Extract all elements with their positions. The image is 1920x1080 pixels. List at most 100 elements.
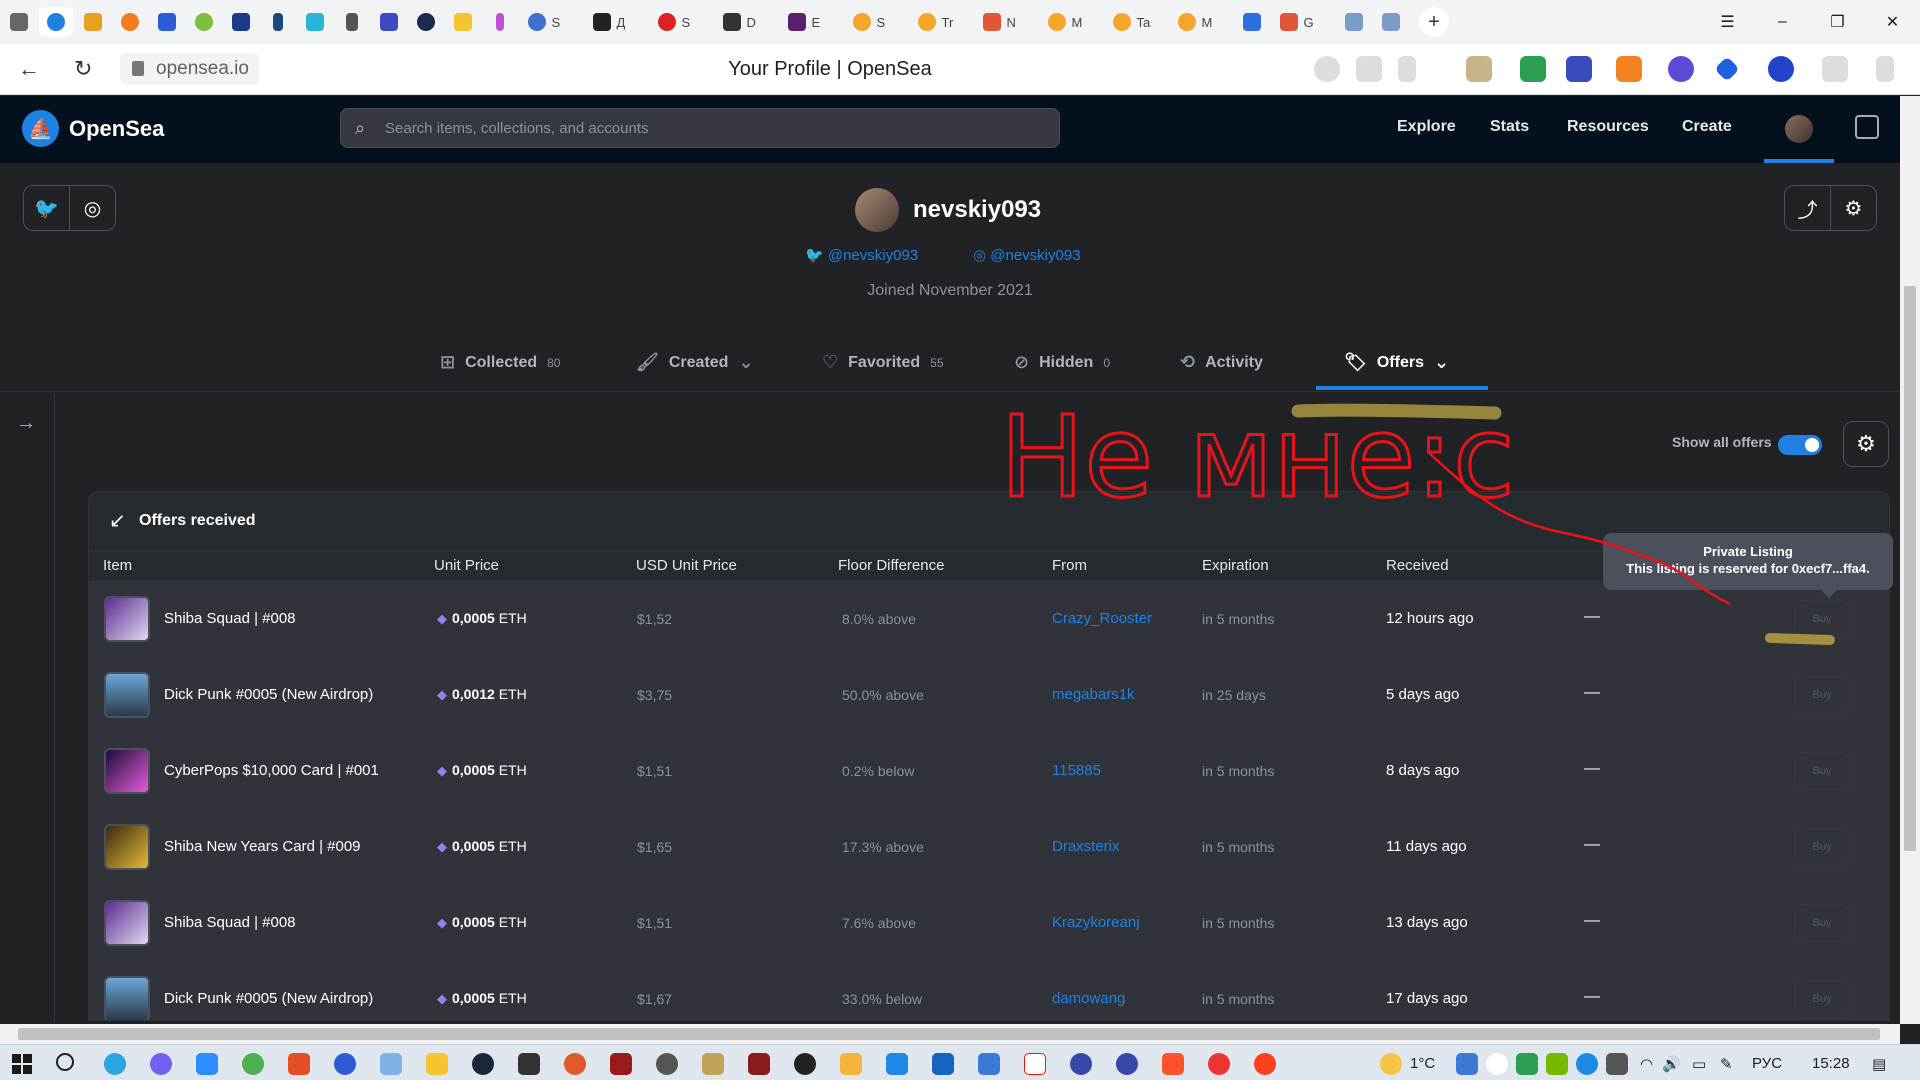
diamond-icon[interactable] xyxy=(1714,56,1740,82)
nvidia-icon[interactable] xyxy=(1546,1053,1568,1075)
nft-thumbnail[interactable] xyxy=(104,900,150,946)
tray-icon[interactable] xyxy=(1456,1053,1478,1075)
tab-10[interactable] xyxy=(335,7,369,37)
tab-15[interactable]: S xyxy=(520,7,582,37)
tab-created[interactable]: 🖌 Created ⌄ xyxy=(636,352,754,373)
tab-6[interactable] xyxy=(187,7,221,37)
from-link[interactable]: damowang xyxy=(1052,990,1125,1007)
notifications-icon[interactable]: ▤ xyxy=(1872,1055,1886,1073)
collections-icon[interactable] xyxy=(1822,56,1848,82)
epic-games-icon[interactable] xyxy=(518,1053,540,1075)
tab-29[interactable] xyxy=(1374,7,1408,37)
start-menu-icon[interactable] xyxy=(12,1054,32,1074)
buy-button[interactable]: Buy xyxy=(1794,676,1850,714)
download-icon[interactable] xyxy=(1876,56,1894,82)
tab-activity[interactable]: ⟲ Activity xyxy=(1180,352,1263,373)
tab-16[interactable]: Д xyxy=(585,7,647,37)
tray-icon[interactable] xyxy=(1606,1053,1628,1075)
tab-opensea-active[interactable] xyxy=(38,7,73,37)
share-icon[interactable]: ⤴ xyxy=(1785,186,1830,230)
app-icon[interactable] xyxy=(1116,1053,1138,1075)
wifi-icon[interactable]: ◠ xyxy=(1640,1055,1653,1073)
tray-icon[interactable] xyxy=(1576,1053,1598,1075)
tab-favorited[interactable]: ♡ Favorited 55 xyxy=(822,352,944,373)
search-icon[interactable] xyxy=(1314,56,1340,82)
file-explorer-icon[interactable] xyxy=(840,1053,862,1075)
volume-icon[interactable]: 🔊 xyxy=(1662,1055,1681,1073)
search-input[interactable] xyxy=(385,109,1045,147)
table-row[interactable]: Dick Punk #0005 (New Airdrop) ◆ 0,0012 ET… xyxy=(89,657,1889,733)
telegram-icon[interactable] xyxy=(104,1053,126,1075)
from-link[interactable]: Krazykoreanj xyxy=(1052,914,1140,931)
extension-icon[interactable] xyxy=(1520,56,1546,82)
search-box[interactable]: ⌕ xyxy=(340,108,1060,148)
search-icon[interactable] xyxy=(56,1053,74,1071)
steam-icon[interactable] xyxy=(472,1053,494,1075)
word-icon[interactable] xyxy=(334,1053,356,1075)
instagram-handle-link[interactable]: ◎ @nevskiy093 xyxy=(973,246,1081,264)
buy-button[interactable]: Buy xyxy=(1794,752,1850,790)
from-link[interactable]: Draxsterix xyxy=(1052,838,1120,855)
app-icon[interactable] xyxy=(426,1053,448,1075)
twitter-handle-link[interactable]: 🐦 @nevskiy093 xyxy=(805,246,918,264)
from-link[interactable]: megabars1k xyxy=(1052,686,1135,703)
tab-23[interactable]: M xyxy=(1040,7,1102,37)
app-icon[interactable] xyxy=(1070,1053,1092,1075)
tab-4[interactable] xyxy=(113,7,147,37)
app-icon[interactable] xyxy=(380,1053,402,1075)
table-row[interactable]: Shiba Squad | #008 ◆ 0,0005 ETH $1,52 8.0… xyxy=(89,581,1889,657)
new-tab-button[interactable]: + xyxy=(1419,7,1449,37)
app-icon[interactable] xyxy=(564,1053,586,1075)
tab-19[interactable]: E xyxy=(780,7,842,37)
tab-22[interactable]: N xyxy=(975,7,1037,37)
from-link[interactable]: Crazy_Rooster xyxy=(1052,610,1152,627)
zoom-icon[interactable] xyxy=(196,1053,218,1075)
wallet-icon[interactable] xyxy=(1855,115,1879,139)
buy-button[interactable]: Buy xyxy=(1794,828,1850,866)
app-icon[interactable] xyxy=(242,1053,264,1075)
received-time[interactable]: 17 days ago xyxy=(1386,990,1468,1007)
item-name[interactable]: Dick Punk #0005 (New Airdrop) xyxy=(164,990,373,1007)
item-name[interactable]: Shiba New Years Card | #009 xyxy=(164,838,361,855)
temperature[interactable]: 1°C xyxy=(1410,1055,1435,1072)
minimize-button[interactable]: – xyxy=(1755,0,1810,44)
vertical-scrollbar[interactable] xyxy=(1900,96,1920,1024)
nav-create[interactable]: Create xyxy=(1682,118,1732,136)
received-time[interactable]: 12 hours ago xyxy=(1386,610,1474,627)
buy-button[interactable]: Buy xyxy=(1794,980,1850,1018)
tab-hidden[interactable]: ⊘ Hidden 0 xyxy=(1014,352,1110,373)
nft-thumbnail[interactable] xyxy=(104,824,150,870)
extension-icon[interactable] xyxy=(1566,56,1592,82)
tab-25[interactable]: M xyxy=(1170,7,1232,37)
item-name[interactable]: Dick Punk #0005 (New Airdrop) xyxy=(164,686,373,703)
app-icon[interactable] xyxy=(1208,1053,1230,1075)
app-icon[interactable] xyxy=(932,1053,954,1075)
tab-collected[interactable]: ⊞ Collected 80 xyxy=(440,352,560,373)
app-icon[interactable] xyxy=(886,1053,908,1075)
app-icon[interactable] xyxy=(656,1053,678,1075)
show-all-offers-toggle[interactable] xyxy=(1778,435,1822,455)
tab-17[interactable]: S xyxy=(650,7,712,37)
nft-thumbnail[interactable] xyxy=(104,748,150,794)
settings-gear-icon[interactable]: ⚙ xyxy=(1830,186,1876,230)
item-name[interactable]: CyberPops $10,000 Card | #001 xyxy=(164,762,379,779)
weather-icon[interactable] xyxy=(1380,1053,1402,1075)
tab-8[interactable] xyxy=(261,7,295,37)
close-button[interactable]: ✕ xyxy=(1865,0,1920,44)
buy-button[interactable]: Buy xyxy=(1794,904,1850,942)
tab-3[interactable] xyxy=(76,7,110,37)
extension-icon[interactable] xyxy=(1768,56,1794,82)
battery-icon[interactable]: ▭ xyxy=(1692,1055,1706,1073)
received-time[interactable]: 5 days ago xyxy=(1386,686,1459,703)
nft-thumbnail[interactable] xyxy=(104,976,150,1020)
tab-14[interactable] xyxy=(483,7,517,37)
clock[interactable]: 15:28 xyxy=(1812,1055,1850,1072)
tab-11[interactable] xyxy=(372,7,406,37)
yandex-browser-icon[interactable] xyxy=(1254,1053,1276,1075)
tab-18[interactable]: D xyxy=(715,7,777,37)
app-icon[interactable] xyxy=(288,1053,310,1075)
nav-resources[interactable]: Resources xyxy=(1567,118,1649,136)
input-language[interactable]: РУС xyxy=(1752,1055,1782,1072)
tab-offers[interactable]: 🏷 Offers ⌄ xyxy=(1344,352,1449,373)
scroll-thumb[interactable] xyxy=(1904,286,1916,851)
